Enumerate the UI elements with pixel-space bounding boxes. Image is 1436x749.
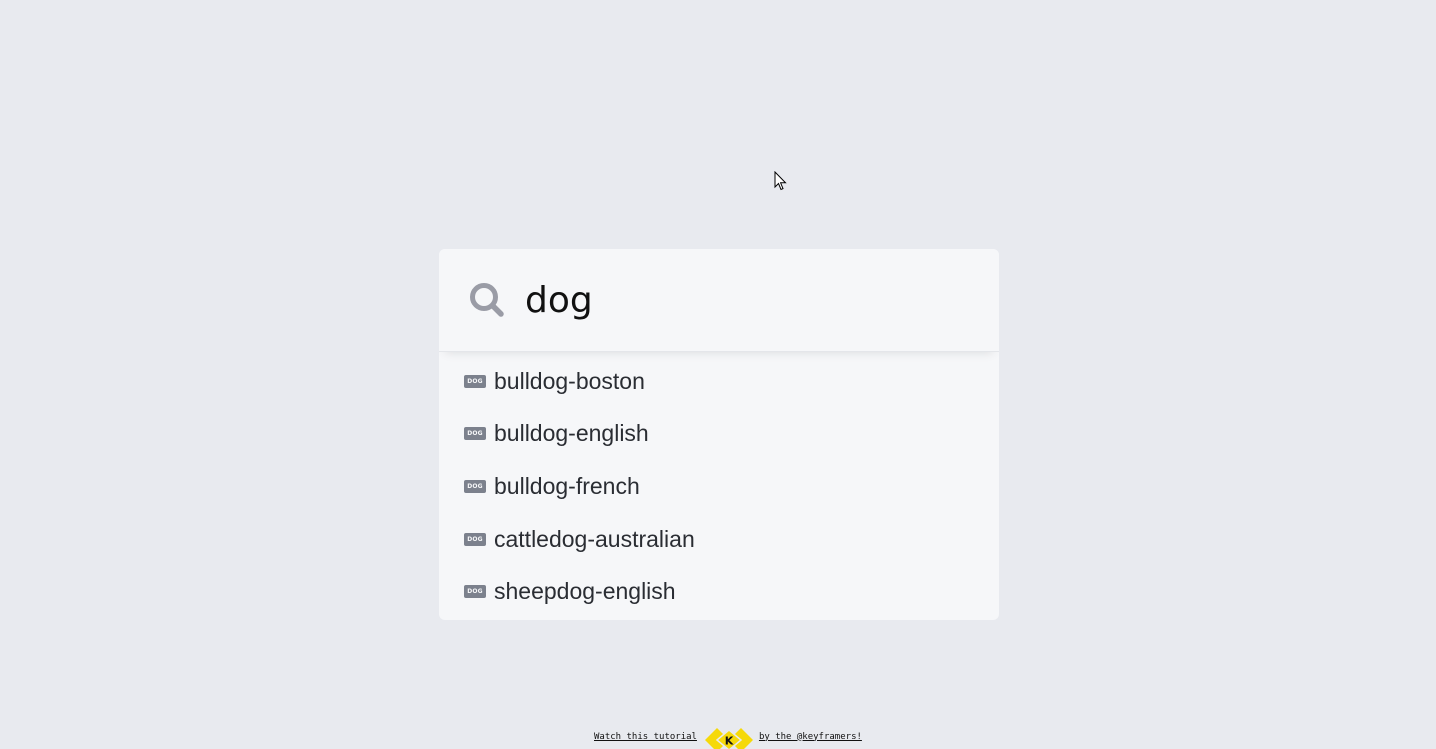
result-item[interactable]: DOG bulldog-boston <box>464 366 645 396</box>
keyframers-logo-icon[interactable]: K <box>703 727 755 749</box>
result-label: bulldog-french <box>494 472 640 499</box>
search-icon <box>470 283 504 317</box>
result-label: bulldog-english <box>494 419 649 446</box>
dog-badge-icon: DOG <box>464 426 486 440</box>
result-label: cattledog-australian <box>494 525 695 552</box>
search-input[interactable] <box>525 276 965 324</box>
dog-badge-icon: DOG <box>464 374 486 388</box>
result-label: sheepdog-english <box>494 577 676 604</box>
search-panel: DOG bulldog-boston DOG bulldog-english D… <box>439 249 999 620</box>
dog-badge-icon: DOG <box>464 532 486 546</box>
watch-tutorial-link[interactable]: Watch this tutorial <box>594 732 697 742</box>
result-label: bulldog-boston <box>494 367 645 394</box>
mouse-cursor-icon <box>774 171 787 191</box>
dog-badge-icon: DOG <box>464 584 486 598</box>
result-item[interactable]: DOG cattledog-australian <box>464 524 695 554</box>
footer: Watch this tutorial K by the @keyframers… <box>594 724 862 749</box>
logo-letter: K <box>725 734 734 747</box>
result-item[interactable]: DOG bulldog-french <box>464 471 640 501</box>
keyframers-credit-link[interactable]: by the @keyframers! <box>759 732 862 742</box>
result-item[interactable]: DOG bulldog-english <box>464 418 649 448</box>
search-bar <box>439 249 999 352</box>
dog-badge-icon: DOG <box>464 479 486 493</box>
result-item[interactable]: DOG sheepdog-english <box>464 576 676 606</box>
page: DOG bulldog-boston DOG bulldog-english D… <box>0 0 1436 749</box>
